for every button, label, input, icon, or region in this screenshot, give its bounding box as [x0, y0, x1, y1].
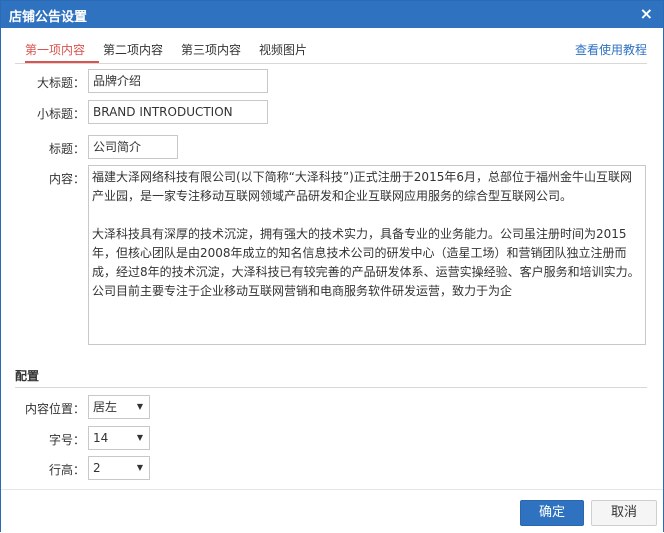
- help-tutorial-link[interactable]: 查看使用教程: [575, 41, 647, 58]
- content-label: 内容：: [48, 172, 85, 186]
- align-label: 内容位置：: [24, 402, 85, 416]
- font-size-select[interactable]: 14 ▼: [88, 426, 150, 450]
- align-select-value: 居左: [93, 400, 118, 414]
- cancel-button[interactable]: 取消: [591, 500, 657, 526]
- dialog-footer: 确定 取消: [1, 489, 663, 533]
- section-divider: [15, 387, 647, 388]
- tab-third-content[interactable]: 第三项内容: [181, 41, 241, 58]
- align-select[interactable]: 居左 ▼: [88, 395, 150, 419]
- content-textarea[interactable]: 福建大泽网络科技有限公司(以下简称“大泽科技”)正式注册于2015年6月，总部位…: [88, 165, 646, 345]
- dialog-title: 店铺公告设置: [9, 10, 88, 25]
- tab-video-images[interactable]: 视频图片: [259, 41, 307, 58]
- confirm-button[interactable]: 确定: [520, 500, 584, 526]
- title-input[interactable]: 公司简介: [88, 135, 178, 159]
- main-title-label: 大标题：: [36, 76, 85, 90]
- main-title-input[interactable]: 品牌介绍: [88, 69, 268, 93]
- title-bar: 店铺公告设置 ×: [1, 1, 663, 28]
- line-height-select[interactable]: 2 ▼: [88, 456, 150, 480]
- close-icon[interactable]: ×: [640, 4, 653, 24]
- tab-first-content[interactable]: 第一项内容: [25, 41, 85, 58]
- config-section-title: 配置: [15, 369, 40, 383]
- chevron-down-icon: ▼: [136, 402, 143, 411]
- tab-second-content[interactable]: 第二项内容: [103, 41, 163, 58]
- chevron-down-icon: ▼: [136, 463, 143, 472]
- title-label: 标题：: [48, 142, 85, 156]
- notice-settings-dialog: 店铺公告设置 × 第一项内容 第二项内容 第三项内容 视频图片 查看使用教程 大…: [0, 0, 664, 533]
- font-size-label: 字号：: [48, 433, 85, 447]
- subtitle-input[interactable]: BRAND INTRODUCTION: [88, 100, 268, 124]
- tab-bar: 第一项内容 第二项内容 第三项内容 视频图片 查看使用教程: [15, 37, 647, 64]
- line-height-select-value: 2: [93, 461, 101, 475]
- active-tab-indicator: [25, 61, 99, 63]
- chevron-down-icon: ▼: [136, 433, 143, 442]
- line-height-label: 行高：: [48, 463, 85, 477]
- subtitle-label: 小标题：: [36, 107, 85, 121]
- font-size-select-value: 14: [93, 431, 109, 445]
